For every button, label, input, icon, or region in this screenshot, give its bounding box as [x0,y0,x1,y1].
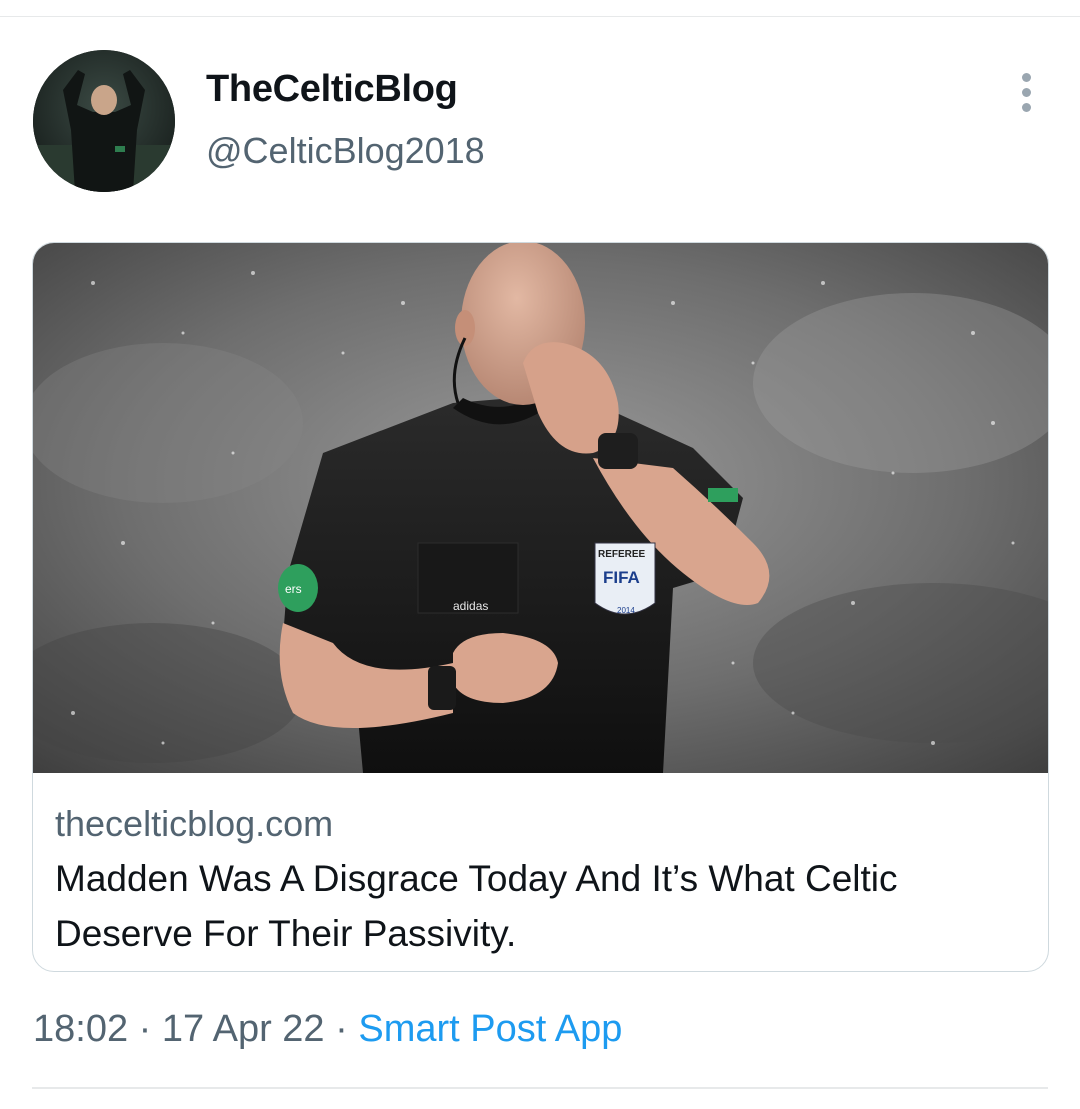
kit-brand-text: adidas [453,599,488,613]
avatar-image [33,50,175,192]
tweet-time[interactable]: 18:02 [33,1008,128,1050]
more-vertical-icon [1021,72,1031,82]
meta-separator: · [138,1008,152,1050]
badge-top-text: REFEREE [598,549,646,560]
badge-main-text: FIFA [603,568,640,587]
card-title: Madden Was A Disgrace Today And It’s Wha… [55,858,898,954]
meta-separator: · [335,1008,348,1050]
tweet-meta: 18:02 · 17 Apr 22 · Smart Post App [33,1008,622,1051]
bottom-divider [32,1087,1048,1089]
author-name[interactable]: TheCelticBlog [206,68,458,111]
badge-year-text: 2014 [617,606,635,615]
card-domain: thecelticblog.com [55,803,334,844]
more-vertical-icon-dot [1021,102,1031,112]
tweet-source-link[interactable]: Smart Post App [358,1008,622,1050]
link-preview-card[interactable]: adidas REFEREE FIFA 2014 ers thecelticbl… [32,242,1049,972]
more-vertical-icon-dot [1021,87,1031,97]
avatar[interactable] [33,50,175,192]
sleeve-text: ers [285,582,302,596]
tweet-date[interactable]: 17 Apr 22 [162,1008,325,1050]
author-handle[interactable]: @CelticBlog2018 [206,130,485,172]
card-image: adidas REFEREE FIFA 2014 ers [33,243,1048,773]
more-options-button[interactable] [1004,70,1048,114]
top-divider [0,16,1080,17]
